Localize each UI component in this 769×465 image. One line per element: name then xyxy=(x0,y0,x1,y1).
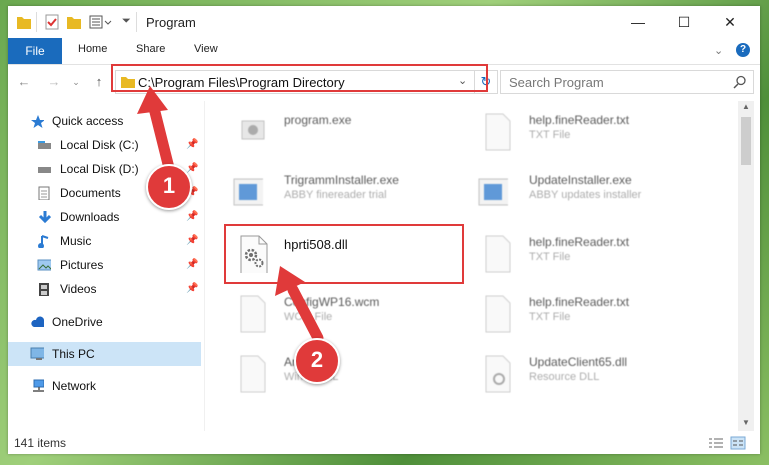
arrow-overlay xyxy=(137,86,324,344)
step-badge-1: 1 xyxy=(146,164,192,210)
arrow-2-icon xyxy=(275,266,324,344)
step-badge-2: 2 xyxy=(294,338,340,384)
arrow-1-icon xyxy=(137,86,176,178)
